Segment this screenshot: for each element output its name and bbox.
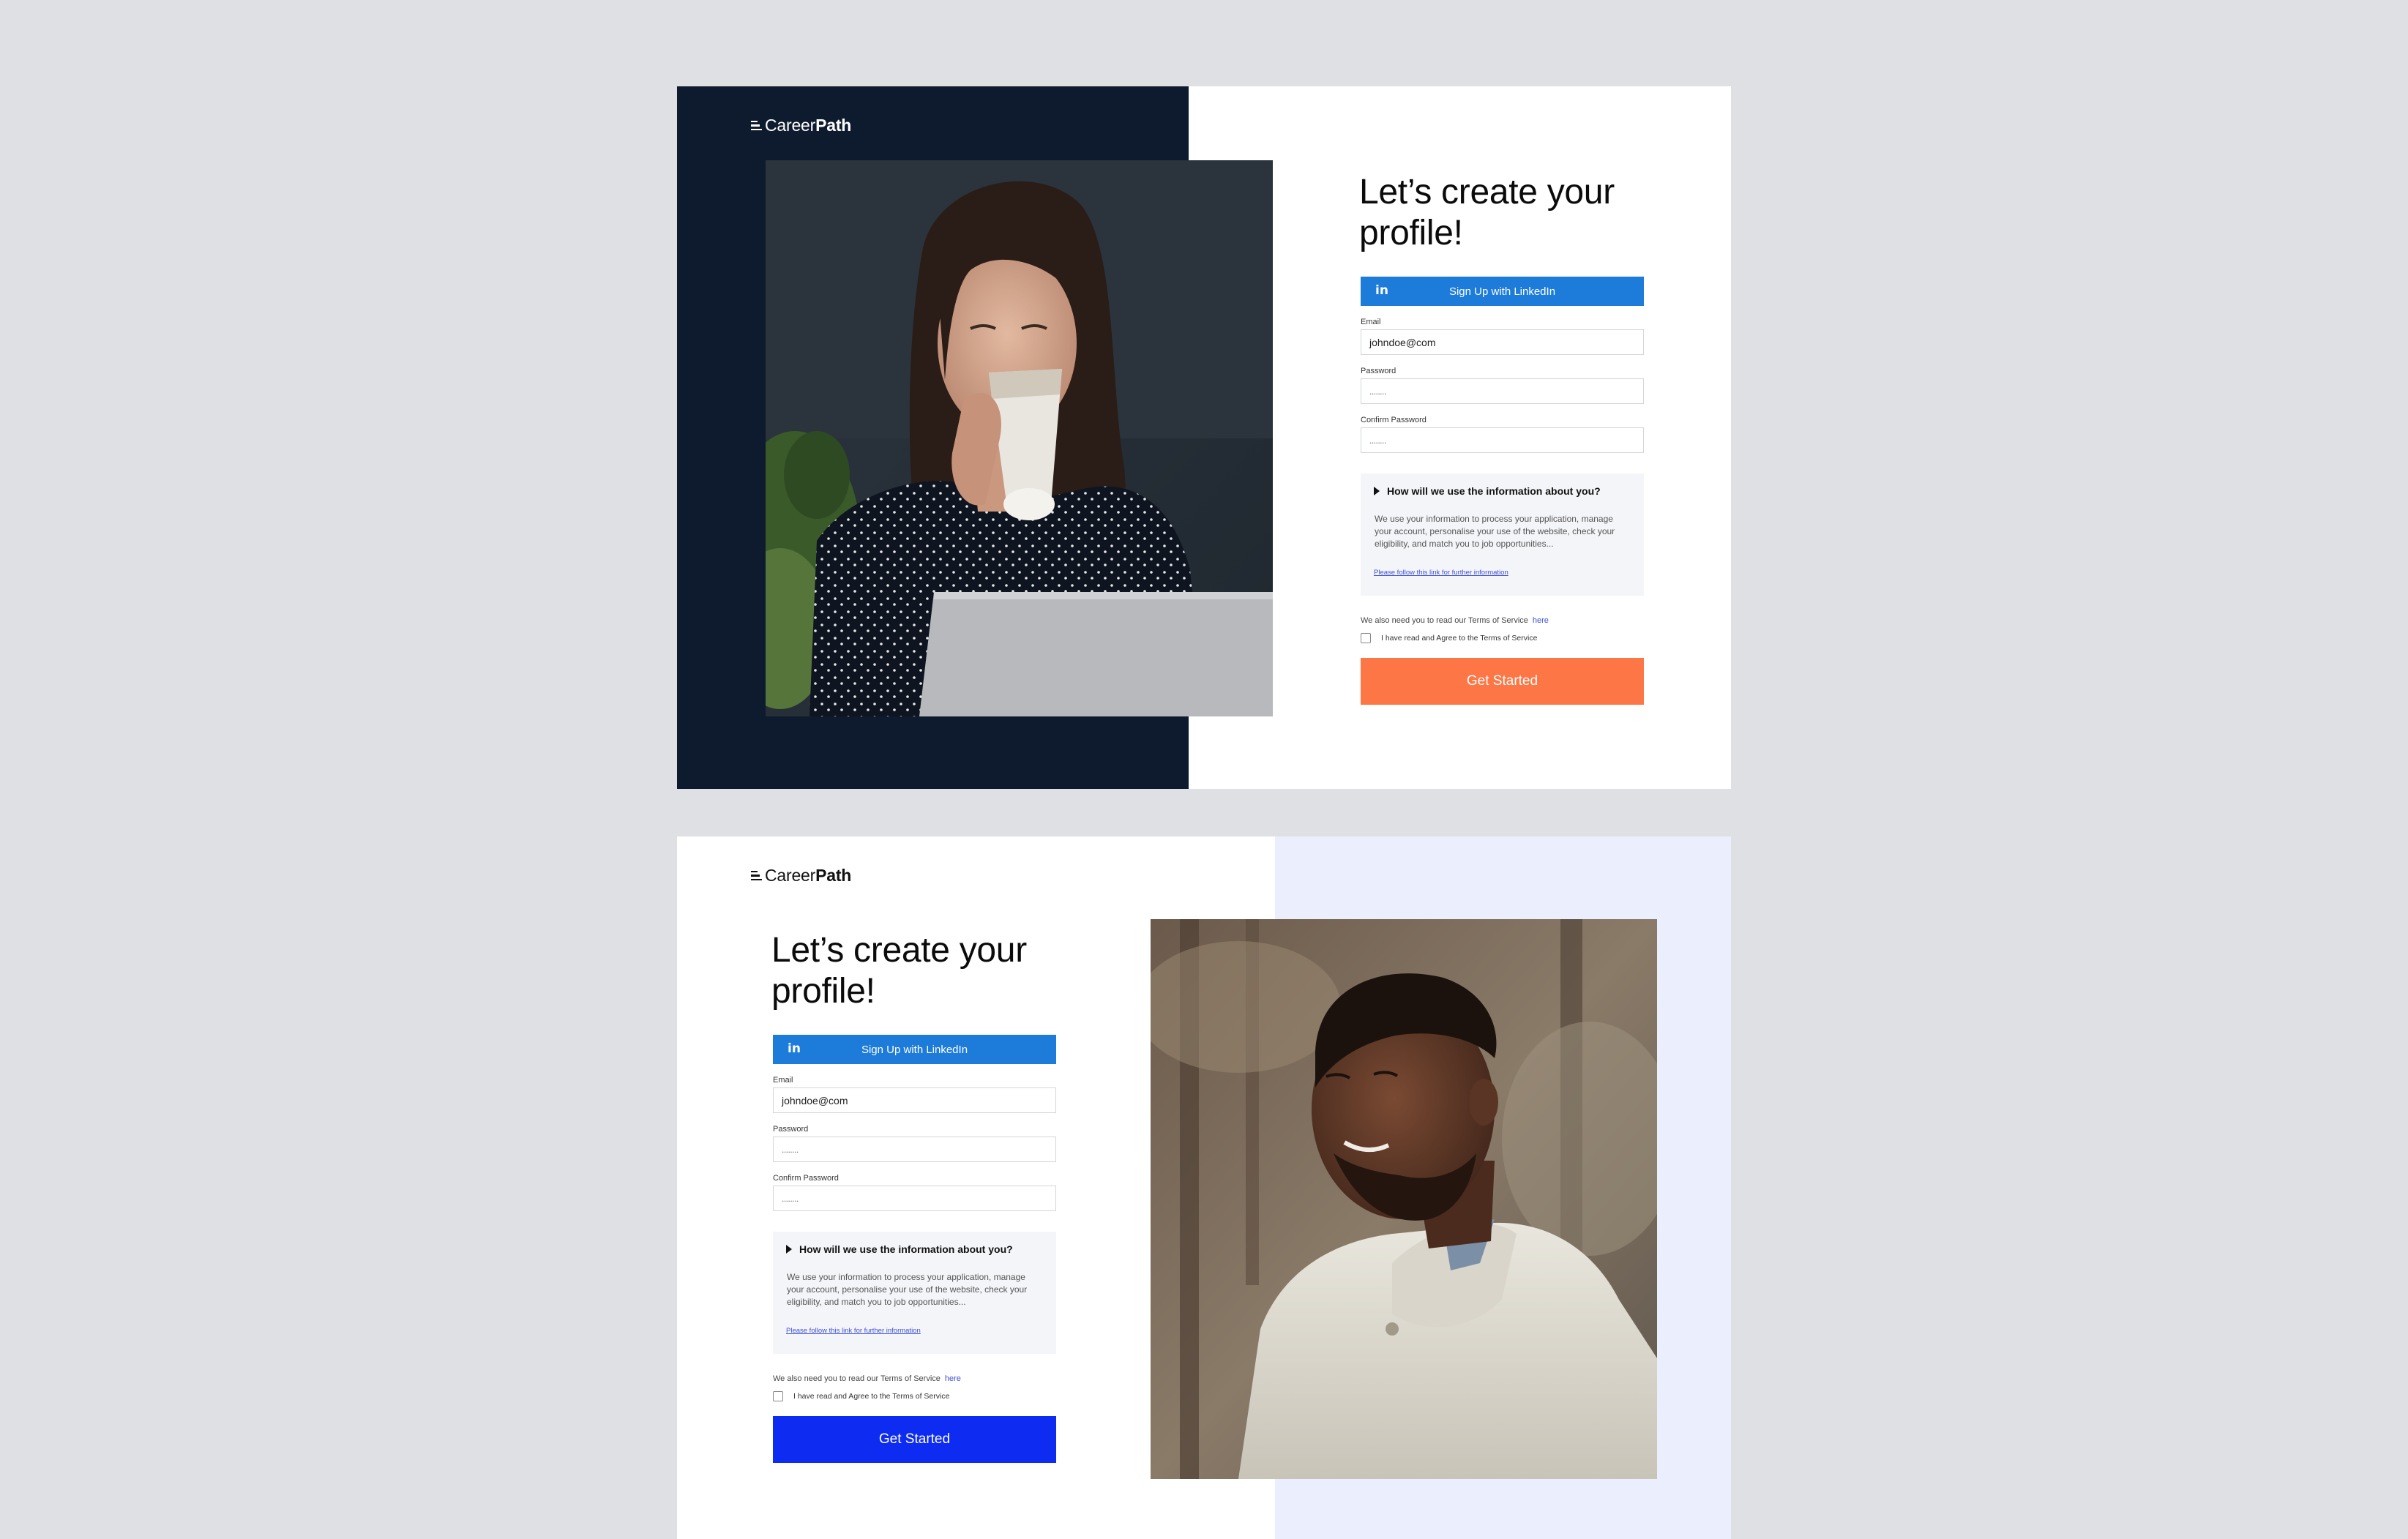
terms-notice: We also need you to read our Terms of Se…: [1361, 616, 1644, 625]
logo-text-regular: Career: [765, 866, 816, 885]
signup-screen-dark: Career Path Let’s create your profile! i…: [677, 86, 1731, 789]
linkedin-signup-label: Sign Up with LinkedIn: [861, 1043, 968, 1056]
terms-here-link[interactable]: here: [1533, 616, 1549, 625]
agree-terms-row: I have read and Agree to the Terms of Se…: [1361, 633, 1644, 643]
further-information-link[interactable]: Please follow this link for further info…: [1374, 569, 1631, 577]
linkedin-signup-label: Sign Up with LinkedIn: [1448, 285, 1556, 298]
confirm-password-field[interactable]: ........: [1361, 427, 1644, 453]
logo-text-bold: Path: [815, 116, 852, 135]
logo-mark-icon: [751, 119, 762, 133]
password-label: Password: [773, 1125, 809, 1134]
careerpath-logo[interactable]: Career Path: [751, 116, 851, 135]
email-field[interactable]: johndoe@com: [773, 1087, 1056, 1113]
password-label: Password: [1361, 367, 1396, 375]
privacy-disclosure-toggle[interactable]: How will we use the information about yo…: [1374, 485, 1631, 497]
email-field[interactable]: johndoe@com: [1361, 329, 1644, 355]
privacy-info-box: How will we use the information about yo…: [773, 1232, 1056, 1354]
agree-terms-checkbox[interactable]: [773, 1391, 783, 1401]
signup-form: Let’s create your profile! in Sign Up wi…: [771, 930, 1056, 1463]
agree-terms-label: I have read and Agree to the Terms of Se…: [793, 1392, 950, 1401]
password-field[interactable]: ........: [1361, 378, 1644, 404]
careerpath-logo[interactable]: Career Path: [751, 866, 851, 885]
privacy-info-box: How will we use the information about yo…: [1361, 473, 1644, 596]
agree-terms-label: I have read and Agree to the Terms of Se…: [1381, 634, 1538, 643]
linkedin-icon: in: [788, 1041, 801, 1056]
confirm-password-label: Confirm Password: [1361, 416, 1427, 424]
logo-mark-icon: [751, 869, 762, 883]
confirm-password-label: Confirm Password: [773, 1174, 839, 1183]
get-started-button[interactable]: Get Started: [1361, 658, 1644, 705]
terms-notice-text: We also need you to read our Terms of Se…: [1361, 616, 1528, 625]
logo-text-bold: Path: [815, 866, 852, 885]
terms-here-link[interactable]: here: [945, 1374, 961, 1383]
linkedin-signup-button[interactable]: in Sign Up with LinkedIn: [1361, 277, 1644, 306]
logo-text-regular: Career: [765, 116, 816, 135]
agree-terms-row: I have read and Agree to the Terms of Se…: [773, 1391, 1056, 1401]
privacy-disclosure-toggle[interactable]: How will we use the information about yo…: [786, 1243, 1043, 1255]
terms-notice-text: We also need you to read our Terms of Se…: [773, 1374, 941, 1383]
page-title: Let’s create your profile!: [771, 931, 1027, 1011]
privacy-info-text: We use your information to process your …: [787, 1272, 1028, 1307]
password-field[interactable]: ........: [773, 1137, 1056, 1162]
caret-right-icon: [786, 1245, 792, 1254]
terms-notice: We also need you to read our Terms of Se…: [773, 1374, 1056, 1383]
further-information-link[interactable]: Please follow this link for further info…: [786, 1327, 1043, 1335]
linkedin-signup-button[interactable]: in Sign Up with LinkedIn: [773, 1035, 1056, 1064]
linkedin-icon: in: [1375, 283, 1388, 298]
confirm-password-field[interactable]: ........: [773, 1186, 1056, 1211]
privacy-info-text: We use your information to process your …: [1375, 514, 1615, 549]
signup-screen-light: Career Path Let’s create your profile! in…: [677, 836, 1731, 1539]
privacy-disclosure-title: How will we use the information about yo…: [1387, 485, 1601, 497]
get-started-button[interactable]: Get Started: [773, 1416, 1056, 1463]
agree-terms-checkbox[interactable]: [1361, 633, 1371, 643]
signup-form: Let’s create your profile! in Sign Up wi…: [1359, 172, 1644, 705]
email-label: Email: [1361, 318, 1381, 326]
hero-photo-man-smiling: [1151, 919, 1657, 1479]
page-title: Let’s create your profile!: [1359, 173, 1615, 252]
privacy-disclosure-title: How will we use the information about yo…: [799, 1243, 1013, 1255]
hero-photo-woman-coffee: [766, 160, 1273, 716]
email-label: Email: [773, 1076, 793, 1085]
caret-right-icon: [1374, 487, 1380, 495]
